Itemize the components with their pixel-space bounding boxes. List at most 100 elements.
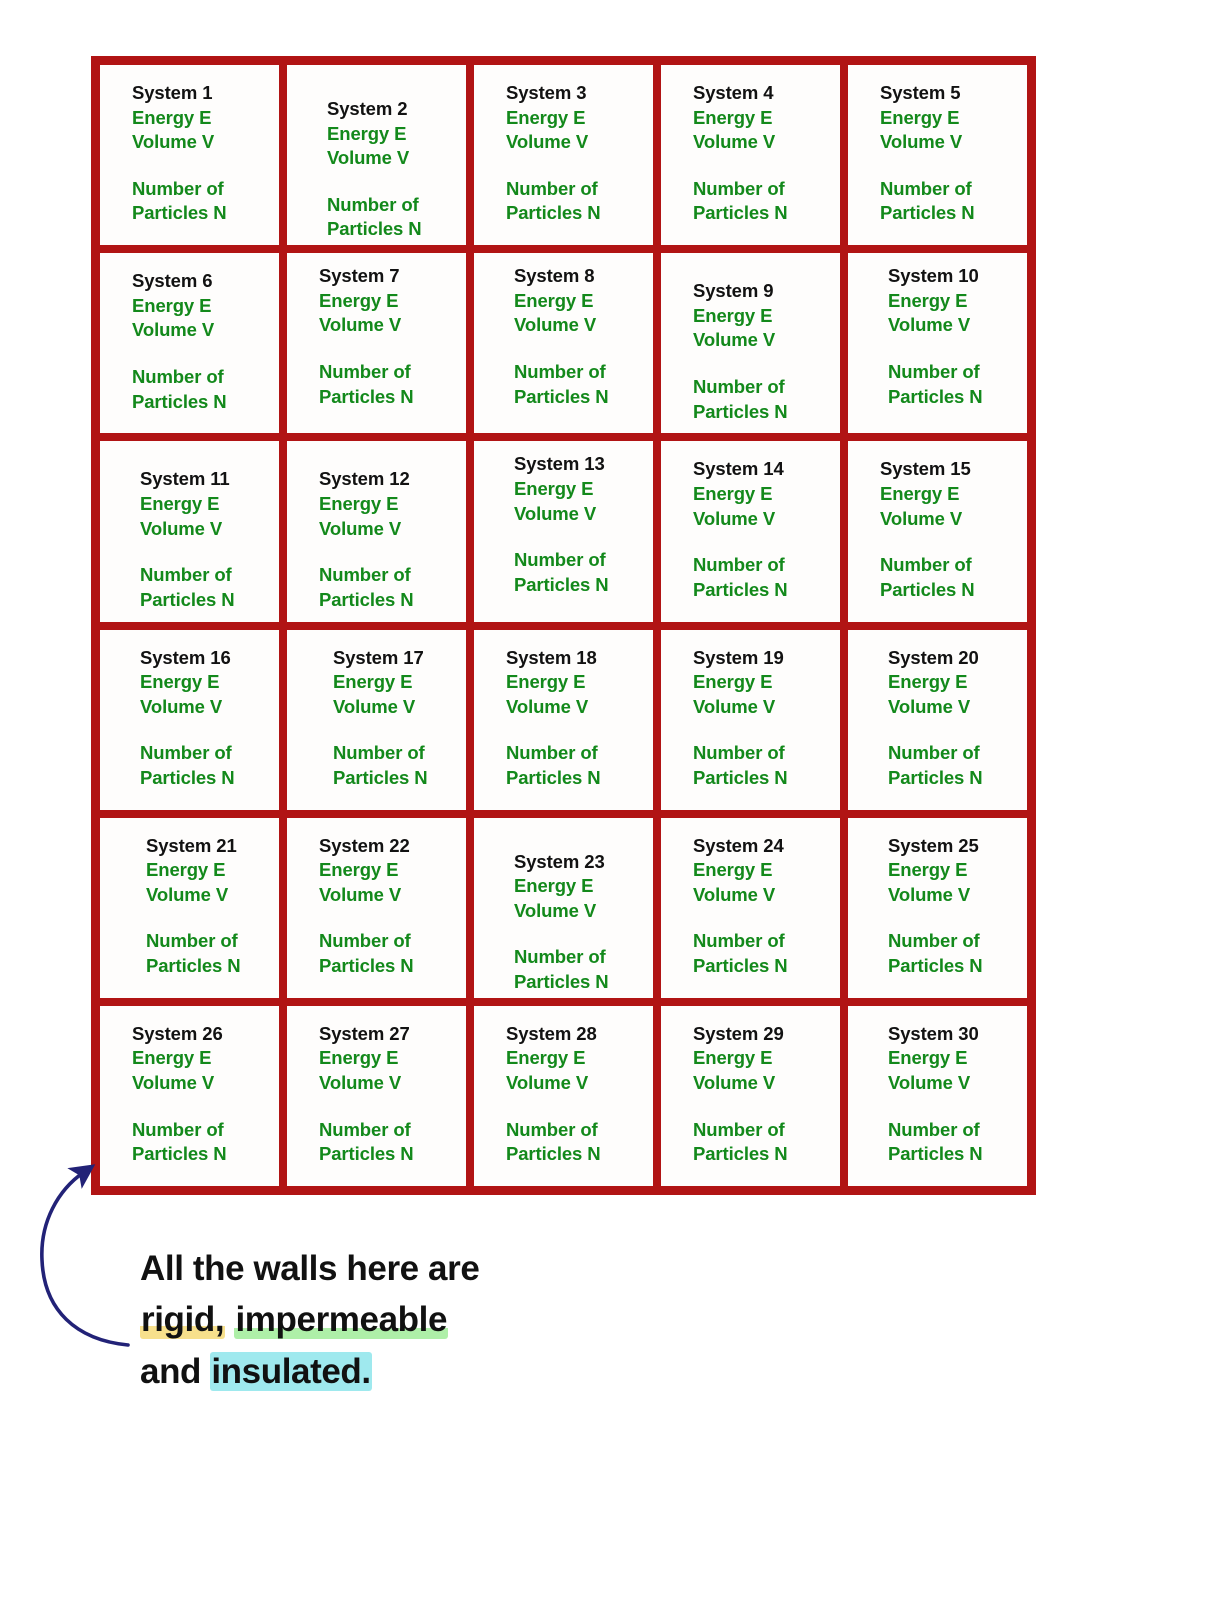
system-particles-label-line2: Particles N xyxy=(693,955,788,977)
system-label-spacer xyxy=(319,338,466,360)
system-volume-label: Volume V xyxy=(319,883,402,905)
system-volume-label: Volume V xyxy=(327,147,410,169)
system-particles-label-line2: Particles N xyxy=(132,202,227,224)
system-name: System 29 xyxy=(693,1022,784,1044)
system-label-spacer xyxy=(327,171,466,193)
system-energy-label: Energy E xyxy=(506,1047,586,1069)
system-name: System 2 xyxy=(327,98,408,119)
system-cell-content: System 1 Energy E Volume V Number of Particl… xyxy=(100,75,279,226)
system-volume-label: Volume V xyxy=(319,1072,402,1094)
system-name: System 21 xyxy=(146,834,237,856)
system-energy-label: Energy E xyxy=(693,106,773,128)
system-label-spacer xyxy=(146,907,279,929)
system-energy-label: Energy E xyxy=(693,671,773,693)
system-label-spacer xyxy=(693,907,840,929)
system-name: System 5 xyxy=(880,82,961,103)
system-volume-label: Volume V xyxy=(132,131,215,153)
system-volume-label: Volume V xyxy=(514,502,597,524)
system-particles-label-line2: Particles N xyxy=(888,1143,983,1165)
system-cell: System 1 Energy E Volume V Number of Particl… xyxy=(100,65,279,246)
system-volume-label: Volume V xyxy=(888,314,971,336)
system-energy-label: Energy E xyxy=(514,289,594,311)
systems-diagram: System 1 Energy E Volume V Number of Particl… xyxy=(91,56,1036,1195)
system-particles-label-line2: Particles N xyxy=(880,578,975,600)
system-volume-label: Volume V xyxy=(693,507,776,529)
system-cell: System 6 Energy E Volume V Number of Particl… xyxy=(100,253,279,434)
system-energy-label: Energy E xyxy=(693,304,773,326)
system-particles-label-line1: Number of xyxy=(319,1118,411,1140)
annotation-line-1: All the walls here are xyxy=(140,1249,480,1288)
system-particles-label-line2: Particles N xyxy=(132,390,227,412)
system-energy-label: Energy E xyxy=(888,1047,968,1069)
system-cell-content: System 14 Energy E Volume V Number of Partic… xyxy=(661,451,840,602)
system-energy-label: Energy E xyxy=(319,492,399,514)
system-particles-label-line2: Particles N xyxy=(132,1143,227,1165)
system-cell: System 18 Energy E Volume V Number of Partic… xyxy=(474,629,653,810)
system-name: System 24 xyxy=(693,834,784,856)
system-name: System 11 xyxy=(140,468,230,490)
system-particles-label-line1: Number of xyxy=(146,930,238,952)
system-energy-label: Energy E xyxy=(333,671,413,693)
system-particles-label-line1: Number of xyxy=(888,1118,980,1140)
system-particles-label-line2: Particles N xyxy=(888,955,983,977)
system-particles-label-line2: Particles N xyxy=(693,1143,788,1165)
system-label-spacer xyxy=(132,155,279,177)
highlight-insulated: insulated. xyxy=(210,1351,372,1391)
system-cell: System 23 Energy E Volume V Number of Partic… xyxy=(474,817,653,998)
system-cell: System 7 Energy E Volume V Number of Particl… xyxy=(287,253,466,434)
systems-grid: System 1 Energy E Volume V Number of Particl… xyxy=(91,56,1036,1195)
system-cell: System 12 Energy E Volume V Number of Partic… xyxy=(287,441,466,622)
system-particles-label-line2: Particles N xyxy=(888,766,983,788)
system-cell-content: System 5 Energy E Volume V Number of Particl… xyxy=(848,75,1027,226)
system-cell-content: System 9 Energy E Volume V Number of Particl… xyxy=(661,263,840,424)
system-volume-label: Volume V xyxy=(888,1072,971,1094)
system-label-spacer xyxy=(888,719,1027,741)
system-cell: System 24 Energy E Volume V Number of Partic… xyxy=(661,817,840,998)
system-particles-label-line1: Number of xyxy=(514,360,606,382)
system-particles-label-line2: Particles N xyxy=(693,202,788,224)
system-label-spacer xyxy=(693,531,840,553)
system-cell: System 11 Energy E Volume V Number of Partic… xyxy=(100,441,279,622)
system-particles-label-line2: Particles N xyxy=(693,766,788,788)
system-particles-label-line2: Particles N xyxy=(514,971,609,993)
annotation-line-2: rigid, impermeable xyxy=(140,1294,700,1345)
system-cell: System 29 Energy E Volume V Number of Partic… xyxy=(661,1005,840,1186)
system-volume-label: Volume V xyxy=(514,314,597,336)
system-particles-label-line1: Number of xyxy=(888,930,980,952)
system-cell-content: System 6 Energy E Volume V Number of Particl… xyxy=(100,263,279,414)
system-particles-label-line1: Number of xyxy=(327,193,419,215)
system-particles-label-line1: Number of xyxy=(880,177,972,199)
system-cell-content: System 4 Energy E Volume V Number of Particl… xyxy=(661,75,840,226)
system-particles-label-line1: Number of xyxy=(506,177,598,199)
highlight-rigid: rigid, xyxy=(140,1300,226,1340)
system-label-spacer xyxy=(888,907,1027,929)
system-cell-content: System 13 Energy E Volume V Number of Partic… xyxy=(474,451,653,597)
system-label-spacer xyxy=(693,1096,840,1118)
system-name: System 16 xyxy=(140,646,231,668)
system-cell: System 10 Energy E Volume V Number of Partic… xyxy=(848,253,1027,434)
system-cell: System 27 Energy E Volume V Number of Partic… xyxy=(287,1005,466,1186)
system-cell-content: System 21 Energy E Volume V Number of Partic… xyxy=(100,828,279,979)
system-energy-label: Energy E xyxy=(506,671,586,693)
system-label-spacer xyxy=(333,719,466,741)
system-particles-label-line1: Number of xyxy=(693,375,785,397)
system-volume-label: Volume V xyxy=(888,883,971,905)
system-name: System 13 xyxy=(514,453,605,475)
system-cell: System 15 Energy E Volume V Number of Partic… xyxy=(848,441,1027,622)
system-volume-label: Volume V xyxy=(140,695,223,717)
system-energy-label: Energy E xyxy=(888,671,968,693)
highlight-impermeable: impermeable xyxy=(234,1300,449,1340)
system-particles-label-line1: Number of xyxy=(888,360,980,382)
system-cell-content: System 15 Energy E Volume V Number of Partic… xyxy=(848,451,1027,602)
system-name: System 22 xyxy=(319,834,410,856)
system-cell: System 5 Energy E Volume V Number of Particl… xyxy=(848,65,1027,246)
system-volume-label: Volume V xyxy=(132,1072,215,1094)
system-volume-label: Volume V xyxy=(140,517,223,539)
system-label-spacer xyxy=(514,338,653,360)
system-particles-label-line2: Particles N xyxy=(514,385,609,407)
system-cell: System 22 Energy E Volume V Number of Partic… xyxy=(287,817,466,998)
system-particles-label-line2: Particles N xyxy=(146,955,241,977)
system-particles-label-line2: Particles N xyxy=(693,578,788,600)
system-label-spacer xyxy=(506,1096,653,1118)
system-cell-content: System 11 Energy E Volume V Number of Partic… xyxy=(100,451,279,612)
